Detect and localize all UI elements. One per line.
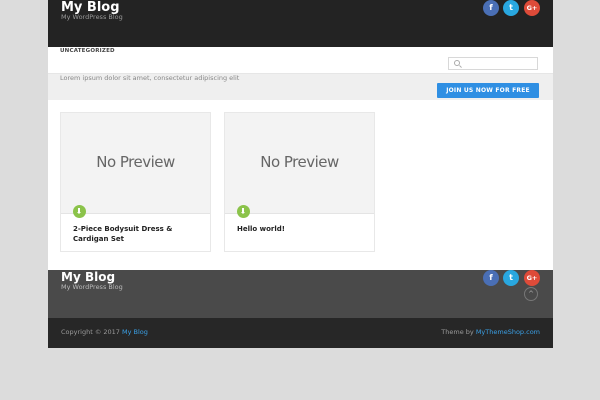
twitter-icon[interactable]: t [503,270,519,286]
back-to-top-icon[interactable]: ^ [524,287,538,301]
theme-link[interactable]: MyThemeShop.com [476,328,540,336]
googleplus-icon[interactable]: G+ [524,270,540,286]
footer-title[interactable]: My Blog [61,270,115,284]
download-icon[interactable] [73,205,86,218]
site-header: My Blog My WordPress Blog f t G+ [48,0,553,47]
post-title[interactable]: Hello world! [237,224,362,234]
tagline: Lorem ipsum dolor sit amet, consectetur … [60,74,240,82]
post-card[interactable]: No Preview Hello world! [224,112,375,252]
copyright-text: Copyright © 2017 My Blog [61,328,148,336]
twitter-icon[interactable]: t [503,0,519,16]
theme-credit: Theme by MyThemeShop.com [441,328,540,336]
post-thumbnail[interactable]: No Preview [61,113,210,214]
main-navigation: UNCATEGORIZED [48,47,553,74]
post-title[interactable]: 2-Piece Bodysuit Dress & Cardigan Set [73,224,198,244]
site-footer: My Blog My WordPress Blog f t G+ ^ [48,270,553,318]
post-thumbnail[interactable]: No Preview [225,113,374,214]
search-icon [454,60,460,66]
googleplus-icon[interactable]: G+ [524,0,540,16]
no-preview-text: No Preview [260,153,339,171]
facebook-icon[interactable]: f [483,0,499,16]
download-icon[interactable] [237,205,250,218]
no-preview-text: No Preview [96,153,175,171]
copyright-prefix: Copyright © 2017 [61,328,123,336]
site-description: My WordPress Blog [61,13,123,21]
join-button[interactable]: JOIN US NOW FOR FREE [437,83,539,98]
search-box[interactable] [448,57,539,70]
theme-prefix: Theme by [441,328,476,336]
copyright-link[interactable]: My Blog [122,328,148,336]
facebook-icon[interactable]: f [483,270,499,286]
post-card[interactable]: No Preview 2-Piece Bodysuit Dress & Card… [60,112,211,252]
copyright-bar: Copyright © 2017 My Blog Theme by MyThem… [48,318,553,348]
search-input[interactable] [463,59,539,70]
page-wrapper: My Blog My WordPress Blog f t G+ UNCATEG… [48,0,553,348]
nav-item-uncategorized[interactable]: UNCATEGORIZED [60,48,115,54]
sub-header: Lorem ipsum dolor sit amet, consectetur … [48,74,553,100]
footer-description: My WordPress Blog [61,283,123,291]
